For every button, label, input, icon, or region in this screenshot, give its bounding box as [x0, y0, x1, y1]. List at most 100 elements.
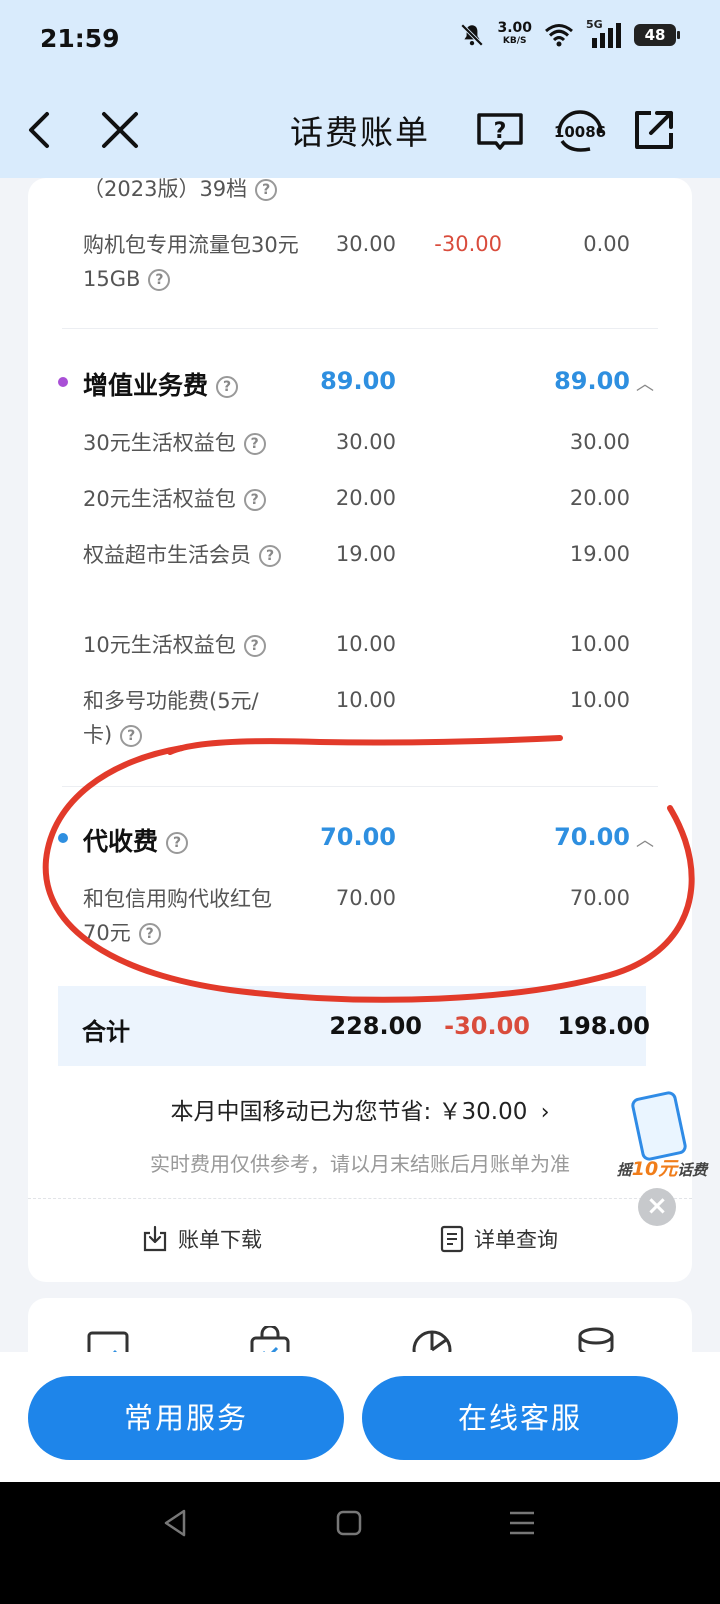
close-icon — [102, 112, 138, 148]
bill-row: 10元生活权益包? 10.00 10.00 — [28, 628, 692, 668]
battery-indicator: 48 — [634, 24, 680, 46]
original-amount: 19.00 — [335, 542, 396, 566]
total-row: 合计 228.00 -30.00 198.00 — [58, 986, 650, 1066]
bottom-action-bar: 常用服务 在线客服 — [0, 1352, 720, 1482]
original-amount: 30.00 — [335, 232, 396, 256]
online-service-button[interactable]: 在线客服 — [362, 1376, 678, 1460]
original-amount: 20.00 — [335, 486, 396, 510]
close-button[interactable] — [92, 102, 148, 158]
svg-text:10086: 10086 — [554, 123, 606, 141]
payable-amount: 0.00 — [583, 232, 630, 256]
bill-row: 和多号功能费(5元/卡)? 10.00 10.00 — [28, 684, 692, 756]
bell-muted-icon — [461, 23, 484, 47]
help-icon[interactable]: ? — [259, 545, 281, 567]
bill-row-name: 和包信用购代收红包70元 — [83, 887, 272, 945]
svg-text:?: ? — [494, 119, 507, 144]
help-icon[interactable]: ? — [138, 923, 161, 945]
divider — [28, 1198, 692, 1199]
original-amount: 10.00 — [335, 632, 396, 656]
total-discount: -30.00 — [444, 1012, 530, 1040]
saving-text: 本月中国移动已为您节省: ￥30.00 — [170, 1099, 528, 1125]
status-icons: 3.00 KB/S 5G 48 — [459, 18, 680, 48]
promo-amount: 10元 — [631, 1158, 678, 1180]
nav-back-icon[interactable] — [160, 1508, 190, 1538]
bill-row-name: 20元生活权益包 — [83, 487, 236, 511]
section-total: 70.00 — [320, 823, 396, 851]
download-bill-button[interactable]: 账单下载 — [142, 1224, 262, 1254]
saving-link[interactable]: 本月中国移动已为您节省: ￥30.00 › — [28, 1092, 692, 1126]
section-total-after: 89.00 — [554, 367, 630, 395]
bill-row-name: 和多号功能费(5元/卡) — [83, 689, 259, 747]
download-icon — [143, 1225, 167, 1252]
help-icon[interactable]: ? — [120, 725, 143, 747]
phone-icon — [629, 1089, 689, 1163]
total-amount: 228.00 — [329, 1012, 422, 1040]
section-header-collection[interactable]: 代收费? 70.00 70.00 ︿ — [28, 820, 692, 864]
help-icon[interactable]: ? — [255, 179, 278, 201]
system-navigation-bar — [0, 1482, 720, 1604]
back-button[interactable] — [10, 102, 66, 158]
detail-label: 详单查询 — [474, 1228, 558, 1252]
share-button[interactable] — [626, 102, 682, 158]
bill-row-name: 10元生活权益包 — [83, 633, 236, 657]
download-label: 账单下载 — [178, 1228, 262, 1252]
top-bar: 21:59 3.00 KB/S 5G 48 话费账单 ? 10086 — [0, 0, 720, 178]
promo-text: 摇 — [616, 1161, 632, 1179]
help-icon[interactable]: ? — [243, 433, 266, 455]
status-bar: 21:59 3.00 KB/S 5G 48 — [0, 0, 720, 80]
help-icon[interactable]: ? — [243, 635, 266, 657]
payable-amount: 30.00 — [569, 430, 630, 454]
divider — [62, 786, 658, 787]
original-amount: 30.00 — [335, 430, 396, 454]
network-speed: 3.00 KB/S — [497, 20, 532, 46]
chevron-right-icon: › — [540, 1100, 550, 1125]
status-time: 21:59 — [40, 24, 120, 53]
bill-row-name: 30元生活权益包 — [83, 431, 236, 455]
bill-row: 购机包专用流量包30元15GB? 30.00 -30.00 0.00 — [28, 228, 692, 308]
bill-card: （2023版）39档? 购机包专用流量包30元15GB? 30.00 -30.0… — [28, 178, 692, 1282]
disclaimer-note: 实时费用仅供参考，请以月末结账后月账单为准 — [150, 1152, 570, 1176]
promo-widget[interactable]: 摇10元话费 — [614, 1086, 710, 1180]
section-header-value-added[interactable]: 增值业务费? 89.00 89.00 ︿ — [28, 364, 692, 408]
bill-row-name: 购机包专用流量包30元15GB — [83, 233, 299, 291]
payable-amount: 10.00 — [569, 688, 630, 712]
common-services-button[interactable]: 常用服务 — [28, 1376, 344, 1460]
payable-amount: 19.00 — [569, 542, 630, 566]
wifi-icon — [545, 24, 573, 47]
document-list-icon — [440, 1225, 464, 1253]
hotline-button[interactable]: 10086 — [548, 102, 612, 158]
chevron-left-icon — [29, 112, 49, 148]
help-icon[interactable]: ? — [216, 376, 239, 398]
nav-home-icon[interactable] — [336, 1510, 362, 1536]
headset-icon: 10086 — [554, 110, 606, 152]
help-icon[interactable]: ? — [243, 489, 266, 511]
divider — [62, 328, 658, 329]
original-amount: 10.00 — [335, 688, 396, 712]
total-label: 合计 — [82, 1018, 130, 1046]
promo-close-button[interactable]: × — [638, 1188, 676, 1226]
nav-menu-icon[interactable] — [508, 1510, 536, 1536]
section-title: 代收费 — [83, 827, 159, 856]
detail-query-button[interactable]: 详单查询 — [440, 1224, 558, 1254]
payable-amount: 20.00 — [569, 486, 630, 510]
chevron-up-icon[interactable]: ︿ — [636, 370, 654, 396]
bill-row: 和包信用购代收红包70元? 70.00 70.00 — [28, 882, 692, 954]
original-amount: 70.00 — [335, 886, 396, 910]
payable-amount: 70.00 — [569, 886, 630, 910]
help-icon[interactable]: ? — [148, 269, 171, 291]
discount-amount: -30.00 — [434, 232, 502, 256]
close-icon: × — [646, 1191, 668, 1221]
help-icon[interactable]: ? — [166, 832, 189, 854]
section-dot — [58, 833, 68, 843]
payable-amount: 10.00 — [569, 632, 630, 656]
promo-suffix: 话费 — [677, 1161, 708, 1179]
section-title: 增值业务费 — [83, 371, 209, 400]
help-guide-button[interactable]: ? — [472, 102, 528, 158]
chevron-up-icon[interactable]: ︿ — [636, 826, 654, 852]
total-final: 198.00 — [557, 1012, 650, 1040]
bill-row: 权益超市生活会员? 19.00 19.00 — [28, 538, 692, 610]
nav-bar: 话费账单 ? 10086 — [0, 82, 720, 178]
bill-row: 30元生活权益包? 30.00 30.00 — [28, 426, 692, 466]
bill-row-name: （2023版）39档 — [83, 178, 248, 201]
question-book-icon: ? — [477, 113, 523, 150]
